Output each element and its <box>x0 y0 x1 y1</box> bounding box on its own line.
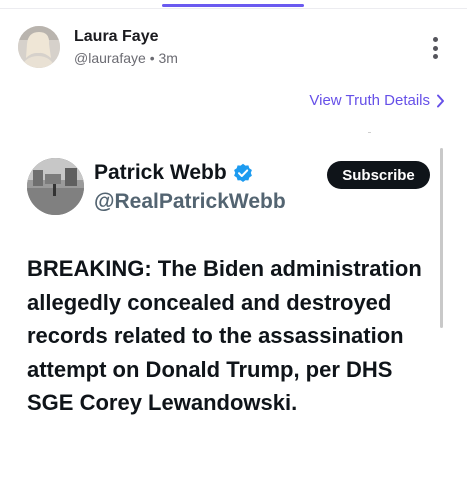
active-tab-indicator <box>162 4 304 7</box>
view-details-label: View Truth Details <box>309 92 430 109</box>
author-name[interactable]: Laura Faye <box>74 28 158 46</box>
post-header: Laura Faye @laurafaye • 3m <box>16 25 451 75</box>
author-handle[interactable]: @laurafaye <box>74 50 146 66</box>
post-time: 3m <box>158 50 178 66</box>
embedded-author-handle: @RealPatrickWebb <box>94 190 286 213</box>
more-options-button[interactable] <box>431 37 439 59</box>
vertical-ellipsis-dot <box>432 54 438 59</box>
scrollbar[interactable] <box>440 148 443 328</box>
chevron-right-icon <box>437 94 444 107</box>
decorative-speck <box>368 132 371 133</box>
embedded-post-text: BREAKING: The Biden administration alleg… <box>27 256 422 415</box>
embedded-author-name: Patrick Webb <box>94 161 253 185</box>
author-meta: @laurafaye • 3m <box>74 50 178 66</box>
subscribe-button: Subscribe <box>327 161 430 189</box>
top-divider <box>0 8 467 9</box>
vertical-ellipsis-dot <box>432 45 438 51</box>
embedded-author-avatar <box>27 158 84 215</box>
embedded-post-image[interactable]: Patrick Webb @RealPatrickWebb Subscribe … <box>0 148 467 500</box>
author-avatar[interactable] <box>18 26 60 68</box>
view-truth-details-link[interactable]: View Truth Details <box>309 92 445 109</box>
verified-badge-icon <box>233 163 252 182</box>
vertical-ellipsis-icon <box>432 37 438 42</box>
embedded-author-name-text: Patrick Webb <box>94 161 227 184</box>
meta-separator: • <box>149 50 155 66</box>
